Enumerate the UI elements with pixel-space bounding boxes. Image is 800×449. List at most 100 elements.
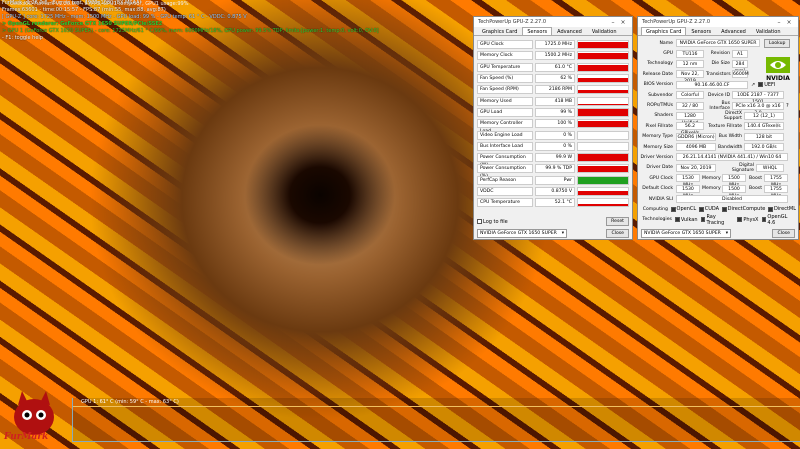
technology-label: Vulkan: [680, 216, 698, 223]
technology-value: 12 nm: [676, 59, 704, 68]
sensor-value: 61.0 °C: [535, 62, 575, 72]
sensor-name[interactable]: GPU Clock: [477, 40, 533, 50]
tab-advanced[interactable]: Advanced: [716, 27, 751, 35]
sensor-row: Fan Speed (%) 62 %: [474, 73, 632, 84]
field-label: Transistors: [706, 71, 731, 77]
device-select[interactable]: NVIDIA GeForce GTX 1650 SUPER ▾: [641, 229, 731, 238]
sensor-graph-fill: [578, 41, 628, 49]
sensor-graph: [577, 175, 629, 185]
physx-checkbox: [737, 217, 743, 223]
tab-graphics-card[interactable]: Graphics Card: [477, 27, 522, 35]
log-checkbox[interactable]: [477, 219, 482, 224]
sensor-graph: [577, 141, 629, 151]
bandwidth-value: 192.0 GB/s: [744, 143, 784, 152]
window-titlebar[interactable]: TechPowerUp GPU-Z 2.27.0 – ×: [638, 17, 798, 27]
sensor-name[interactable]: Memory Clock: [477, 51, 533, 61]
bus-interface-value: PCIe x16 3.0 @ x16 3.0: [732, 101, 784, 116]
sensor-graph-fill: [578, 154, 628, 162]
bus-width-value: 128 bit: [744, 132, 784, 141]
close-button[interactable]: Close: [606, 229, 629, 238]
sensor-graph: [577, 119, 629, 129]
chevron-down-icon: ▾: [561, 231, 564, 236]
sensor-name[interactable]: Memory Used: [477, 96, 533, 106]
sensor-row: CPU Temperature 52.1 °C: [474, 197, 632, 208]
tab-advanced[interactable]: Advanced: [552, 27, 587, 35]
gpuz-sensors-window: TechPowerUp GPU-Z 2.27.0 – × Graphics Ca…: [473, 16, 633, 240]
field-label: Name: [659, 40, 673, 46]
close-icon[interactable]: ×: [618, 19, 628, 26]
sensor-list[interactable]: GPU Clock 1725.0 MHz Memory Clock 1500.2 MH…: [474, 36, 632, 208]
sensor-row: GPU Temperature 61.0 °C: [474, 62, 632, 73]
field-label: Bandwidth: [718, 144, 743, 150]
sensor-graph-fill: [578, 109, 628, 116]
sensor-value: 99.9 % TDP: [535, 164, 575, 174]
computing-label: DirectML: [773, 206, 797, 213]
device-select[interactable]: NVIDIA GeForce GTX 1650 SUPER ▾: [477, 229, 567, 238]
field-label: Memory Type: [642, 134, 673, 140]
sensor-name[interactable]: CPU Temperature: [477, 198, 533, 208]
subvendor-value: Colorful: [676, 91, 704, 100]
sensor-graph: [577, 62, 629, 72]
tab-sensors[interactable]: Sensors: [522, 27, 553, 35]
field-label: Texture Fillrate: [708, 123, 742, 129]
default-boost-value: 1755 MHz: [764, 184, 788, 199]
revision-value: A1: [732, 49, 748, 58]
minimize-icon[interactable]: –: [774, 19, 784, 26]
tab-validation[interactable]: Validation: [751, 27, 786, 35]
minimize-icon[interactable]: –: [608, 19, 618, 26]
sensor-name[interactable]: Fan Speed (%): [477, 74, 533, 84]
field-label: Memory: [702, 175, 721, 181]
close-icon[interactable]: ×: [784, 19, 794, 26]
sensor-row: Memory Used 418 MB: [474, 95, 632, 106]
gpu-value: TU116: [676, 49, 704, 58]
tab-sensors[interactable]: Sensors: [686, 27, 716, 35]
sensor-value: 418 MB: [535, 96, 575, 106]
sensor-value: 0 %: [535, 141, 575, 151]
tab-validation[interactable]: Validation: [587, 27, 622, 35]
sensor-value: 99.9 W: [535, 153, 575, 163]
release-date-value: Nov 22, 2019: [676, 70, 704, 84]
help-icon[interactable]: ?: [786, 103, 789, 109]
lookup-button[interactable]: Lookup: [764, 38, 791, 48]
sensor-name[interactable]: Memory Controller Load: [477, 119, 533, 134]
sensor-name[interactable]: GPU Temperature: [477, 62, 533, 72]
sensor-row: Memory Clock 1500.2 MHz: [474, 50, 632, 61]
share-icon[interactable]: ↗: [751, 82, 755, 88]
window-title: TechPowerUp GPU-Z 2.27.0: [478, 19, 547, 25]
boost-clock-value: 1755 MHz: [764, 174, 788, 188]
memory-size-value: 4096 MB: [676, 143, 716, 152]
sensor-name[interactable]: Bus Interface Load: [477, 141, 533, 151]
bios-value: 90.16.46.00.CF: [676, 80, 748, 89]
sensor-name[interactable]: Power Consumption (W): [477, 153, 533, 168]
signature-value: WHQL: [756, 163, 784, 172]
tab-graphics-card[interactable]: Graphics Card: [641, 27, 687, 35]
gpuz-graphics-card-window: TechPowerUp GPU-Z 2.27.0 – × Graphics Ca…: [637, 16, 799, 240]
osd-line: > OpenGL renderer: GeForce GTX 1650 SUPE…: [2, 21, 163, 27]
sensor-row: VDDC 0.8750 V: [474, 186, 632, 197]
sensor-name[interactable]: Power Consumption (%): [477, 164, 533, 179]
vulkan-checkbox: [674, 217, 680, 223]
sensor-name[interactable]: Fan Speed (RPM): [477, 85, 533, 95]
device-id-value: 10DE 2187 - 7377 1501: [732, 91, 784, 105]
field-label: Driver Version: [640, 154, 674, 160]
cuda-checkbox: [699, 206, 704, 212]
sensor-name[interactable]: Video Engine Load: [477, 130, 533, 140]
sensor-value: 2186 RPM: [535, 85, 575, 95]
temperature-graph-line: [73, 406, 800, 408]
window-titlebar[interactable]: TechPowerUp GPU-Z 2.27.0 – ×: [474, 17, 632, 27]
sensor-value: 100 %: [535, 119, 575, 129]
sensor-row: Power Consumption (W)99.9 W: [474, 152, 632, 168]
field-label: Shaders: [654, 113, 673, 119]
field-label: Default Clock: [642, 186, 673, 192]
ray-tracing-checkbox: [700, 217, 706, 223]
reset-button[interactable]: Reset: [606, 217, 629, 226]
sensor-name[interactable]: GPU Load: [477, 107, 533, 117]
sensor-graph: [577, 130, 629, 140]
sensor-graph-fill: [578, 78, 628, 83]
furmark-logo-text: FurMark: [4, 432, 49, 442]
field-label: ROPs/TMUs: [647, 103, 673, 109]
field-label: Release Date: [642, 71, 673, 77]
sensor-name[interactable]: VDDC: [477, 187, 533, 196]
sensor-name[interactable]: PerfCap Reason: [477, 175, 533, 185]
close-button[interactable]: Close: [772, 229, 795, 238]
